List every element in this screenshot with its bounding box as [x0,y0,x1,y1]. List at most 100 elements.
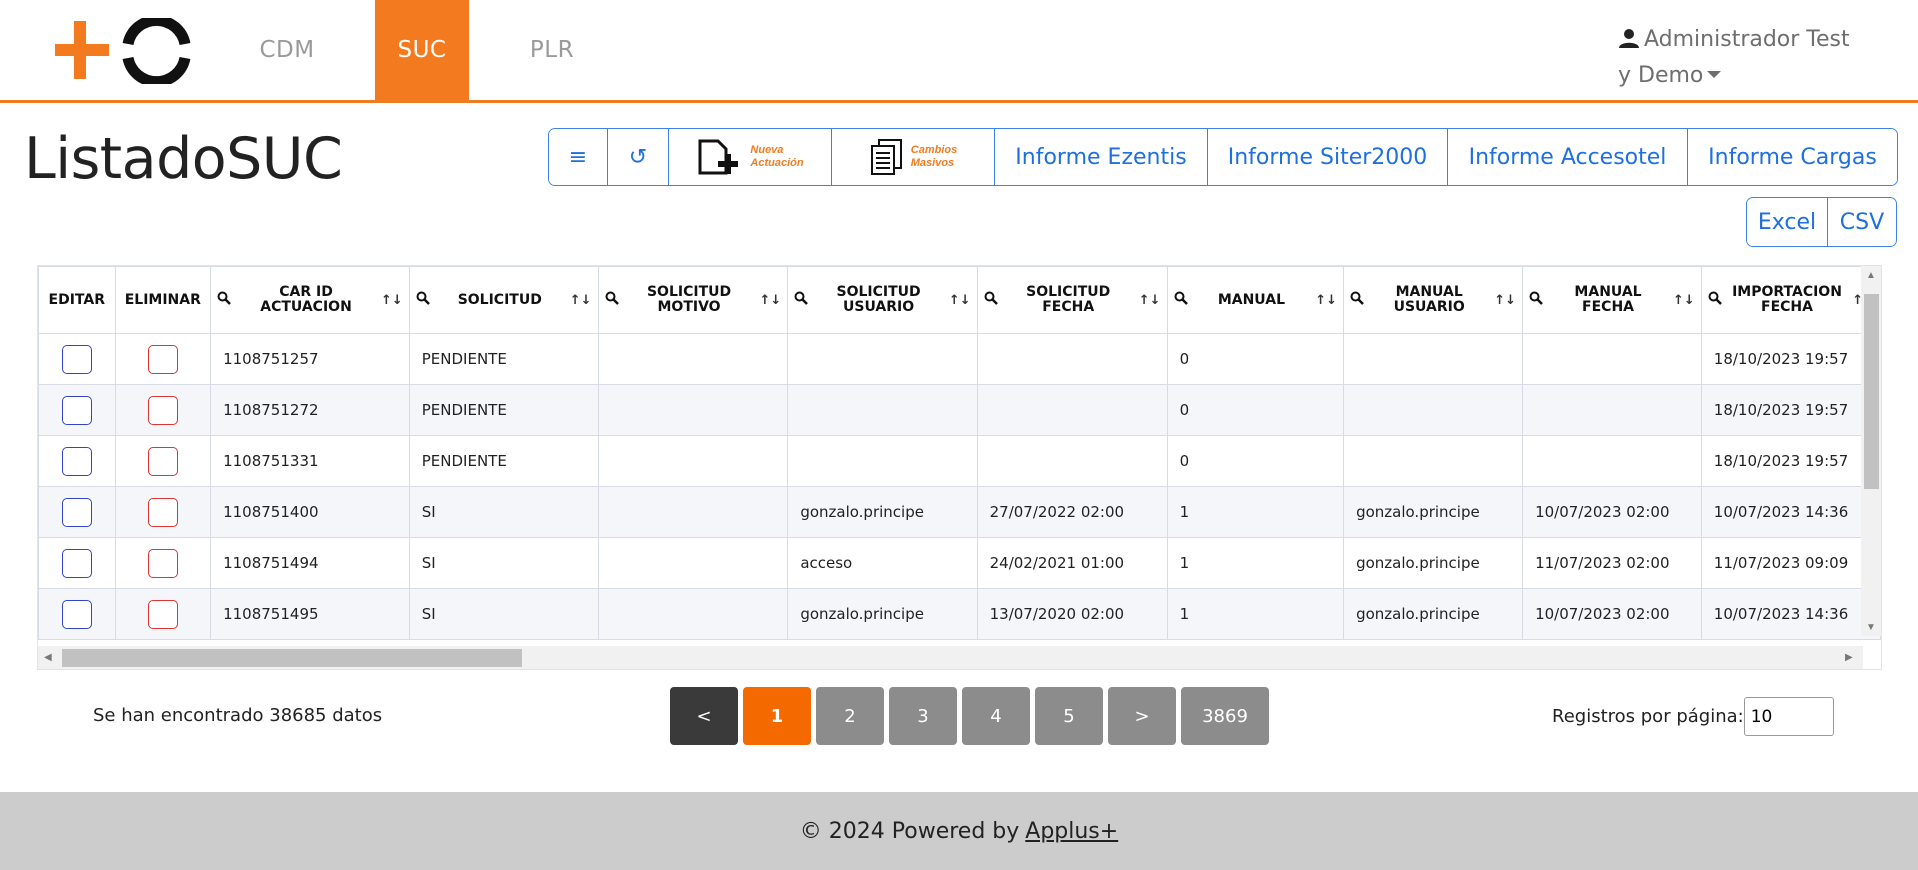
nueva-actuacion-button[interactable]: Nueva Actuación [669,129,832,185]
delete-cell [114,588,212,640]
delete-cell [114,333,212,385]
horizontal-scrollbar[interactable]: ◀ ▶ [38,646,1863,669]
edit-checkbox[interactable] [61,599,92,629]
column-header[interactable]: SOLICITUD USUARIO ↑↓ [787,266,978,334]
vertical-scrollbar[interactable]: ▲ ▼ [1861,266,1881,636]
tab-cdm[interactable]: CDM [222,0,352,100]
scroll-up-icon[interactable]: ▲ [1866,270,1876,281]
page-button-2[interactable]: 2 [816,687,884,745]
delete-checkbox[interactable] [147,446,178,476]
search-icon[interactable] [794,291,809,309]
sort-icon[interactable]: ↑↓ [1315,293,1337,308]
delete-cell [114,537,212,589]
edit-checkbox[interactable] [61,344,92,374]
column-header[interactable]: MANUAL ↑↓ [1166,266,1345,334]
table-cell [787,333,978,385]
cambios-masivos-button[interactable]: Cambios Masivos [832,129,995,185]
page-next-button[interactable]: > [1108,687,1176,745]
informe-siter2000-button[interactable]: Informe Siter2000 [1208,129,1448,185]
search-icon[interactable] [984,291,998,309]
delete-checkbox[interactable] [147,497,178,527]
scroll-right-icon[interactable]: ▶ [1845,652,1853,663]
sort-icon[interactable]: ↑↓ [381,293,403,308]
table-cell: PENDIENTE [408,333,599,385]
delete-cell [114,384,212,436]
column-header[interactable]: MANUAL USUARIO ↑↓ [1343,266,1524,334]
page-button-4[interactable]: 4 [962,687,1030,745]
column-header-label: EDITAR [48,291,105,308]
table-cell: gonzalo.principe [1343,486,1524,538]
sort-icon[interactable]: ↑↓ [1139,293,1161,308]
page-button-1[interactable]: 1 [743,687,811,745]
sort-icon[interactable]: ↑↓ [1673,293,1695,308]
informe-ezentis-button[interactable]: Informe Ezentis [995,129,1208,185]
table-row: 1108751272 PENDIENTE 0 18/10/2023 19:57 [38,384,1881,436]
brand-logo[interactable] [52,14,192,88]
table-cell: 1108751495 [210,588,410,640]
sort-icon[interactable]: ↑↓ [949,293,971,308]
table-cell: 24/02/2021 01:00 [976,537,1168,589]
table-cell [1522,435,1702,487]
refresh-button[interactable]: ↺ [608,129,669,185]
search-icon[interactable] [605,291,619,309]
table-cell: gonzalo.principe [1343,537,1524,589]
menu-button[interactable]: ≡ [549,129,608,185]
footer-link-applus[interactable]: Applus+ [1025,819,1118,844]
user-menu[interactable]: Administrador Test y Demo [1618,22,1888,94]
edit-checkbox[interactable] [61,395,92,425]
search-icon[interactable] [1529,291,1543,309]
page-title: ListadoSUC [24,126,343,192]
search-icon[interactable] [1708,291,1722,309]
column-header[interactable]: SOLICITUD ↑↓ [408,266,599,334]
table-cell: 1108751331 [210,435,410,487]
page-last-button[interactable]: 3869 [1181,687,1269,745]
edit-checkbox[interactable] [61,446,92,476]
search-icon[interactable] [416,291,430,309]
table-cell: 18/10/2023 19:57 [1700,333,1881,385]
tab-suc[interactable]: SUC [375,0,469,100]
delete-checkbox[interactable] [147,599,178,629]
table-cell [976,333,1168,385]
edit-cell [38,435,116,487]
nueva-actuacion-line1: Nueva [750,144,784,156]
table-cell: 1 [1166,537,1345,589]
page-button-5[interactable]: 5 [1035,687,1103,745]
delete-checkbox[interactable] [147,395,178,425]
informe-accesotel-button[interactable]: Informe Accesotel [1448,129,1688,185]
table-cell: 18/10/2023 19:57 [1700,384,1881,436]
per-page-input[interactable] [1743,697,1834,736]
search-icon[interactable] [1174,291,1188,309]
search-icon[interactable] [217,291,231,309]
page-prev-button[interactable]: < [670,687,738,745]
column-header[interactable]: SOLICITUD MOTIVO ↑↓ [597,266,789,334]
vertical-scroll-thumb[interactable] [1864,294,1879,489]
table-cell: 1 [1166,486,1345,538]
tab-plr[interactable]: PLR [487,0,617,100]
column-header[interactable]: MANUAL FECHA ↑↓ [1522,266,1702,334]
column-header[interactable]: CAR ID ACTUACION ↑↓ [210,266,410,334]
edit-checkbox[interactable] [61,548,92,578]
scroll-down-icon[interactable]: ▼ [1866,622,1876,633]
sort-icon[interactable]: ↑↓ [1494,293,1516,308]
column-header[interactable]: SOLICITUD FECHA ↑↓ [976,266,1168,334]
edit-cell [38,333,116,385]
csv-button[interactable]: CSV [1828,198,1896,246]
scroll-left-icon[interactable]: ◀ [44,652,52,663]
excel-button[interactable]: Excel [1747,198,1828,246]
sort-icon[interactable]: ↑↓ [570,293,592,308]
delete-checkbox[interactable] [147,548,178,578]
refresh-icon: ↺ [628,144,648,170]
edit-cell [38,588,116,640]
table-cell [597,435,789,487]
page-button-3[interactable]: 3 [889,687,957,745]
sort-icon[interactable]: ↑↓ [760,293,782,308]
column-header[interactable]: IMPORTACION FECHA↑↓ [1700,266,1881,334]
table-cell: gonzalo.principe [787,588,978,640]
export-group: Excel CSV [1746,197,1897,247]
search-icon[interactable] [1350,291,1364,309]
edit-checkbox[interactable] [61,497,92,527]
informe-cargas-button[interactable]: Informe Cargas [1688,129,1897,185]
horizontal-scroll-thumb[interactable] [62,649,522,667]
column-header-label: CAR ID ACTUACION [260,284,352,315]
delete-checkbox[interactable] [147,344,178,374]
